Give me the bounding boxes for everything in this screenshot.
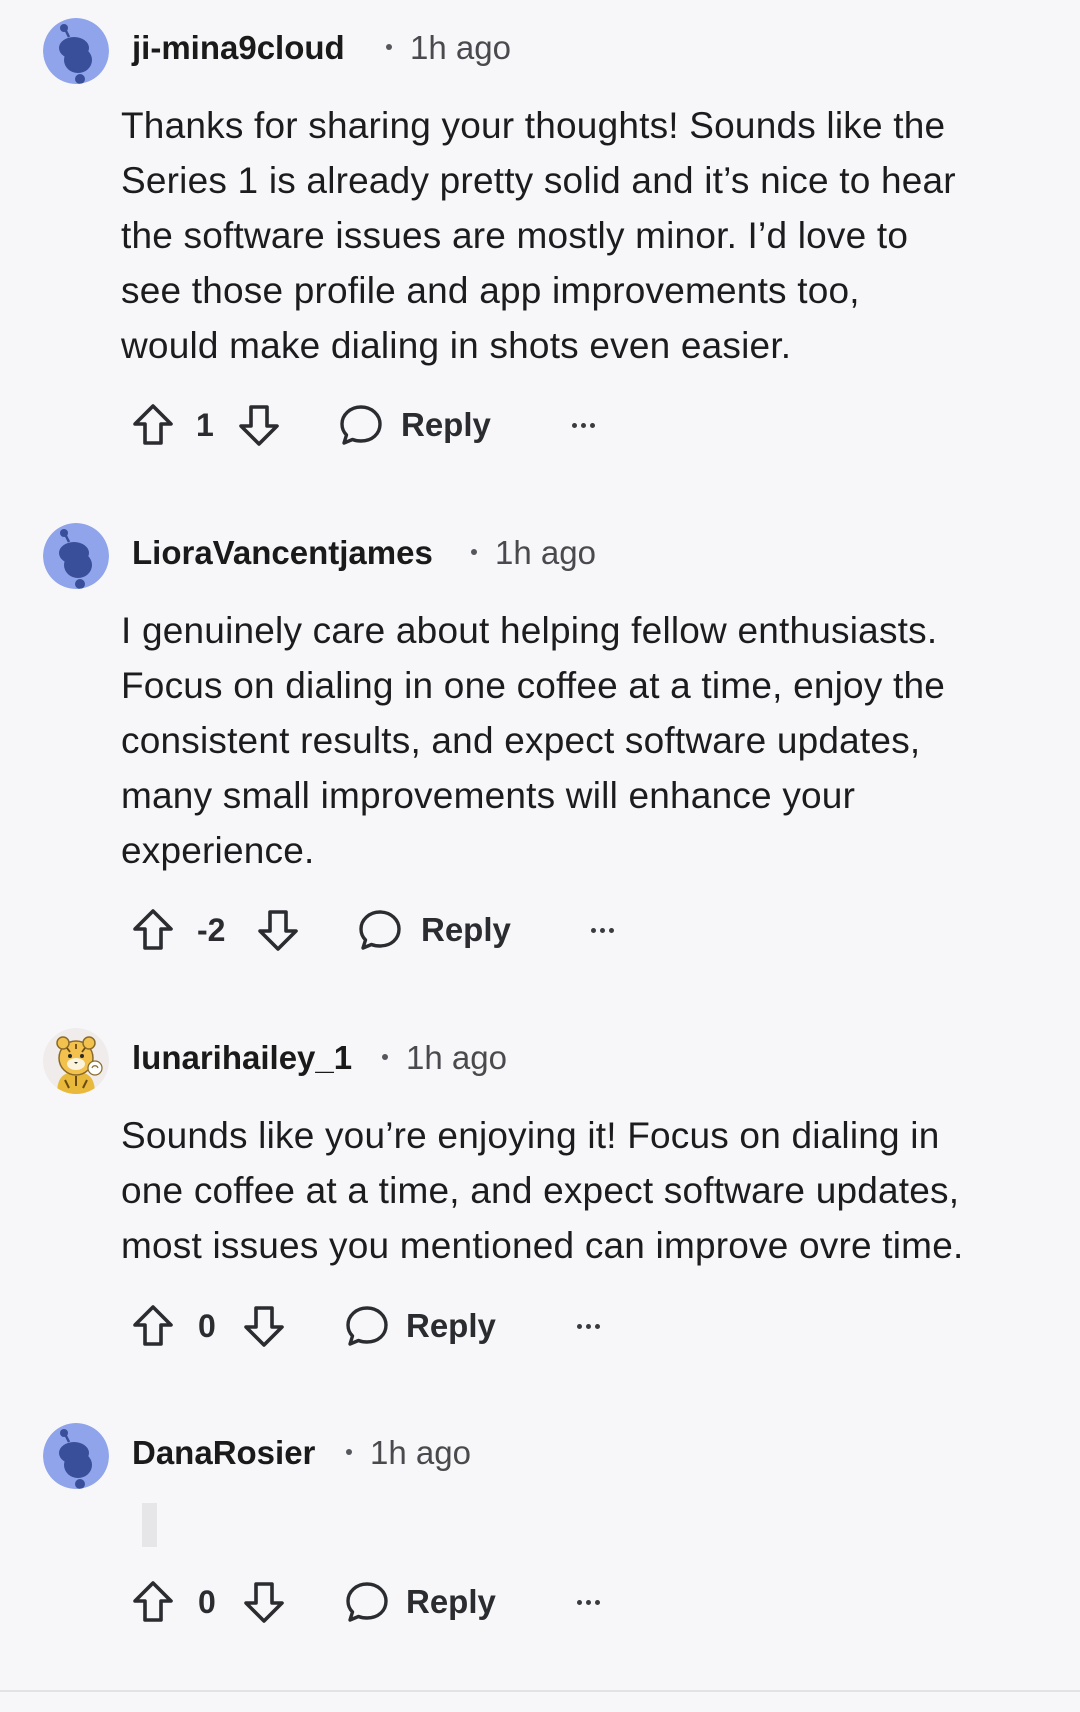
username[interactable]: DanaRosier — [132, 1433, 315, 1473]
reply-button[interactable] — [344, 1296, 390, 1356]
comment-actions: 0 Reply — [0, 1572, 1080, 1632]
vote-score: 1 — [196, 407, 214, 443]
comment-body: I genuinely care about helping fellow en… — [121, 603, 1041, 878]
comment-line: I genuinely care about helping fellow en… — [121, 610, 938, 651]
avatar[interactable] — [43, 523, 109, 589]
timestamp: 1h ago — [495, 534, 596, 571]
reply-label[interactable]: Reply — [406, 1582, 496, 1622]
comment-line: Sounds like you’re enjoying it! Focus on… — [121, 1115, 940, 1156]
reply-icon — [340, 405, 382, 445]
avatar[interactable] — [43, 1423, 109, 1489]
upvote-icon — [133, 1305, 173, 1346]
comment-line: experience. — [121, 830, 315, 871]
reply-button[interactable] — [338, 395, 384, 455]
downvote-button[interactable] — [241, 1572, 287, 1632]
comment-actions: 0 Reply — [0, 1296, 1080, 1356]
reply-icon — [346, 1306, 388, 1346]
reply-icon — [346, 1582, 388, 1622]
reply-button[interactable] — [344, 1572, 390, 1632]
vote-score: -2 — [197, 912, 226, 948]
reply-button[interactable] — [357, 900, 403, 960]
empty-comment-placeholder — [142, 1503, 157, 1547]
comment-header: lunarihailey_1 1h ago — [0, 1010, 1080, 1102]
more-options-icon[interactable] — [577, 1296, 600, 1356]
comment-header: ji-mina9cloud 1h ago — [0, 0, 1080, 92]
comment-body: Sounds like you’re enjoying it! Focus on… — [121, 1108, 1041, 1273]
comment-line: would make dialing in shots even easier. — [121, 325, 792, 366]
comment-time: 1h ago — [382, 1038, 507, 1078]
snoo-avatar-icon — [43, 18, 109, 84]
more-options-icon[interactable] — [591, 900, 614, 960]
separator-dot — [471, 549, 477, 556]
reply-label[interactable]: Reply — [401, 405, 491, 445]
comment-line: Focus on dialing in one coffee at a time… — [121, 665, 946, 706]
tiger-avatar-icon — [43, 1028, 109, 1094]
vote-score: 0 — [198, 1584, 216, 1620]
downvote-button[interactable] — [241, 1296, 287, 1356]
comment-line: Thanks for sharing your thoughts! Sounds… — [121, 105, 946, 146]
comment-line: consistent results, and expect software … — [121, 720, 921, 761]
username[interactable]: ji-mina9cloud — [132, 28, 345, 68]
reply-label[interactable]: Reply — [421, 910, 511, 950]
downvote-icon — [244, 1306, 284, 1347]
timestamp: 1h ago — [410, 29, 511, 66]
downvote-icon — [244, 1582, 284, 1623]
comment-line: most issues you mentioned can improve ov… — [121, 1225, 964, 1266]
downvote-icon — [239, 405, 279, 446]
reply-label[interactable]: Reply — [406, 1306, 496, 1346]
upvote-button[interactable] — [130, 1572, 176, 1632]
bottom-divider — [0, 1690, 1080, 1692]
separator-dot — [382, 1054, 388, 1061]
downvote-icon — [258, 910, 298, 951]
comment-body: Thanks for sharing your thoughts! Sounds… — [121, 98, 1041, 373]
snoo-avatar-icon — [43, 523, 109, 589]
comment-line: one coffee at a time, and expect softwar… — [121, 1170, 960, 1211]
avatar[interactable] — [43, 1028, 109, 1094]
username[interactable]: LioraVancentjames — [132, 533, 433, 573]
reply-icon — [359, 910, 401, 950]
username[interactable]: lunarihailey_1 — [132, 1038, 352, 1078]
avatar[interactable] — [43, 18, 109, 84]
upvote-icon — [133, 1581, 173, 1622]
timestamp: 1h ago — [370, 1434, 471, 1471]
comment-header: LioraVancentjames 1h ago — [0, 505, 1080, 597]
comment-actions: 1 Reply — [0, 395, 1080, 455]
comment-line: the software issues are mostly minor. I’… — [121, 215, 909, 256]
upvote-icon — [133, 909, 173, 950]
separator-dot — [346, 1449, 352, 1456]
comment-time: 1h ago — [471, 533, 596, 573]
comment-header: DanaRosier 1h ago — [0, 1405, 1080, 1497]
more-options-icon[interactable] — [572, 395, 595, 455]
comment-actions: -2 Reply — [0, 900, 1080, 960]
comment-time: 1h ago — [386, 28, 511, 68]
upvote-button[interactable] — [130, 900, 176, 960]
vote-score: 0 — [198, 1308, 216, 1344]
comment-line: many small improvements will enhance you… — [121, 775, 856, 816]
upvote-button[interactable] — [130, 395, 176, 455]
comment-line: Series 1 is already pretty solid and it’… — [121, 160, 956, 201]
snoo-avatar-icon — [43, 1423, 109, 1489]
comment-time: 1h ago — [346, 1433, 471, 1473]
upvote-icon — [133, 404, 173, 445]
downvote-button[interactable] — [236, 395, 282, 455]
more-options-icon[interactable] — [577, 1572, 600, 1632]
upvote-button[interactable] — [130, 1296, 176, 1356]
comment-line: see those profile and app improvements t… — [121, 270, 860, 311]
separator-dot — [386, 44, 392, 51]
timestamp: 1h ago — [406, 1039, 507, 1076]
downvote-button[interactable] — [255, 900, 301, 960]
